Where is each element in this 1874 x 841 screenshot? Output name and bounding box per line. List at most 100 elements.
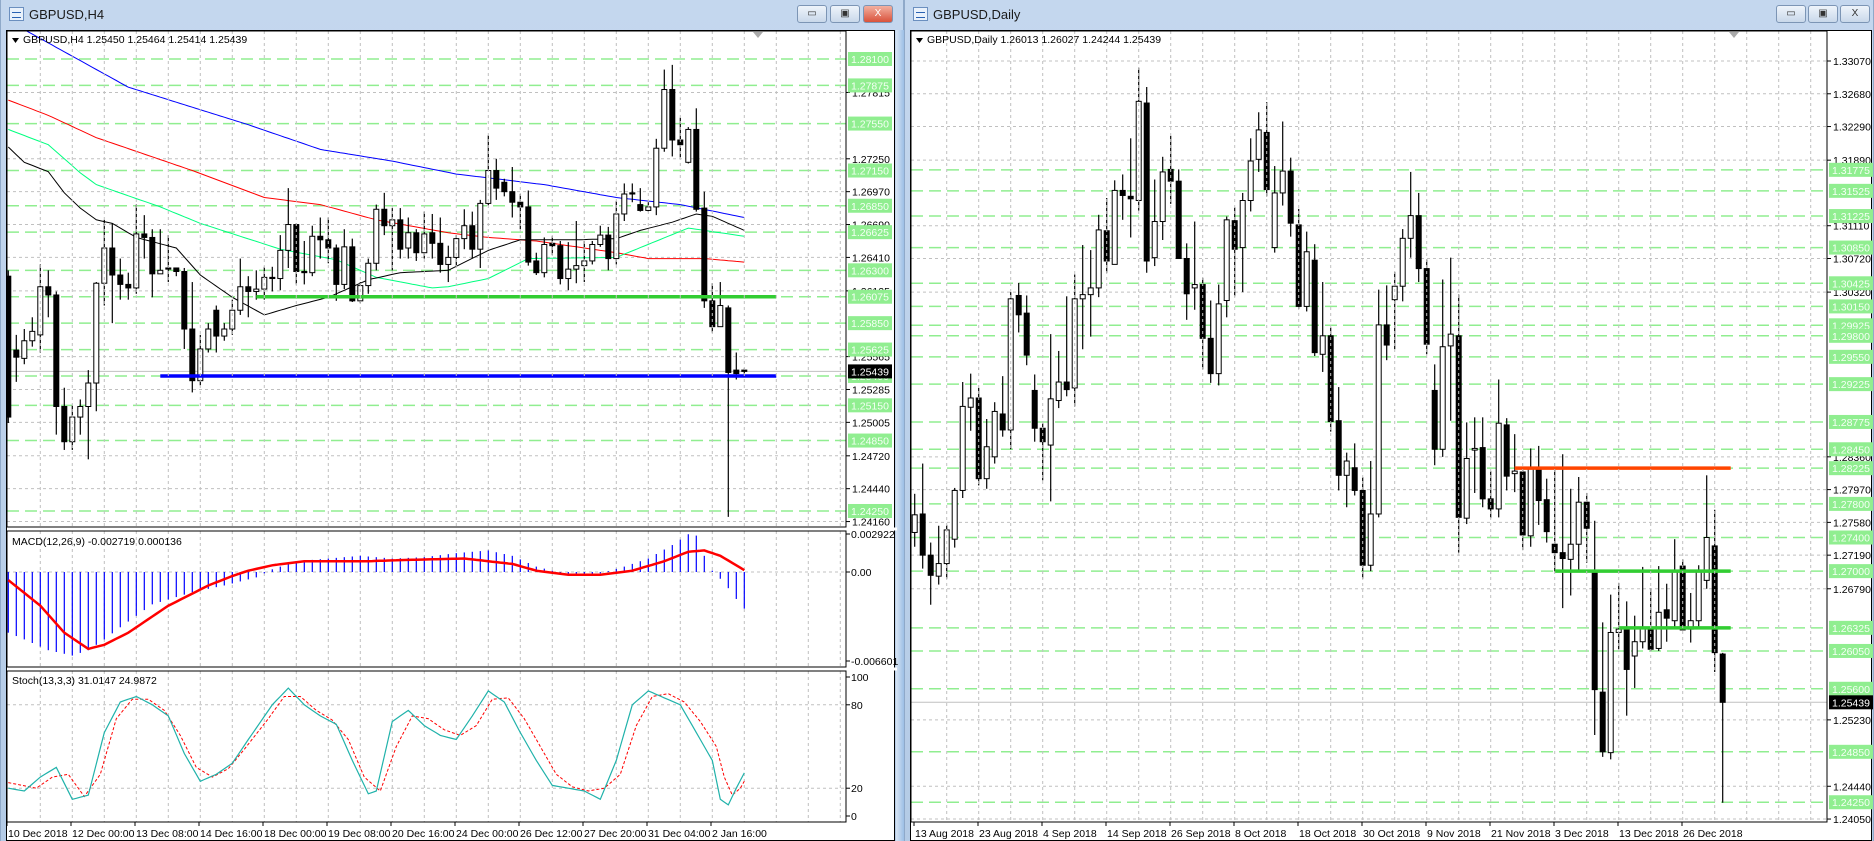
- bearish-candle: [1119, 189, 1126, 196]
- time-axis-label: 3 Dec 2018: [1555, 828, 1609, 840]
- bearish-candle: [165, 267, 172, 270]
- bullish-candle: [943, 529, 950, 565]
- time-axis-label: 26 Dec 2018: [1683, 828, 1743, 840]
- bullish-candle: [1367, 513, 1374, 566]
- level-price-label: 1.30150: [1832, 301, 1870, 313]
- bullish-candle: [1247, 160, 1254, 202]
- level-price-label: 1.27400: [1832, 533, 1870, 545]
- bullish-candle: [21, 340, 28, 359]
- bearish-candle: [605, 234, 612, 260]
- time-axis-label: 13 Dec 08:00: [136, 828, 199, 840]
- bearish-candle: [1063, 381, 1070, 391]
- pane-gap: [7, 667, 897, 671]
- bullish-candle: [237, 286, 244, 311]
- time-axis-label: 23 Aug 2018: [979, 828, 1038, 840]
- level-price-label: 1.29225: [1832, 379, 1870, 391]
- stoch-axis-label: 20: [851, 783, 863, 795]
- bullish-candle: [1703, 537, 1710, 581]
- bullish-candle: [1055, 381, 1062, 402]
- bearish-candle: [173, 267, 180, 272]
- time-axis-label: 13 Dec 2018: [1619, 828, 1679, 840]
- bearish-candle: [349, 246, 356, 302]
- bearish-candle: [733, 369, 740, 375]
- bearish-candle: [501, 181, 508, 193]
- bullish-candle: [573, 265, 580, 270]
- macd-axis-label: 0.002922: [851, 529, 895, 541]
- bearish-candle: [1535, 468, 1542, 502]
- chart-header-ohlc: GBPUSD,H4 1.25450 1.25464 1.25414 1.2543…: [23, 34, 247, 46]
- bullish-candle: [253, 288, 260, 292]
- bullish-candle: [959, 405, 966, 491]
- level-price-label: 1.25850: [851, 318, 889, 330]
- bearish-candle: [669, 89, 676, 141]
- level-price-label: 1.29800: [1832, 331, 1870, 343]
- chart-shift-marker-icon: [1729, 32, 1739, 38]
- bearish-candle: [927, 554, 934, 576]
- price-axis-label: 1.24720: [852, 451, 890, 463]
- bullish-candle: [1079, 294, 1086, 300]
- bullish-candle: [911, 514, 918, 533]
- level-price-label: 1.31225: [1832, 211, 1870, 223]
- collapse-triangle-icon: [12, 38, 19, 43]
- bearish-candle: [629, 192, 636, 195]
- time-axis-label: 14 Dec 16:00: [200, 828, 263, 840]
- level-price-label: 1.26625: [851, 227, 889, 239]
- level-price-label: 1.31525: [1832, 186, 1870, 198]
- level-price-label: 1.28100: [851, 54, 889, 66]
- bearish-candle: [53, 294, 60, 408]
- time-axis-label: 4 Sep 2018: [1043, 828, 1097, 840]
- collapse-triangle-icon: [916, 38, 923, 43]
- bullish-candle: [1223, 219, 1230, 302]
- price-axis-label: 1.24440: [1833, 781, 1871, 793]
- bearish-candle: [381, 208, 388, 227]
- bullish-candle: [1271, 192, 1278, 249]
- plot-border: [6, 30, 847, 823]
- price-axis-label: 1.26790: [1833, 584, 1871, 596]
- bearish-candle: [725, 307, 732, 373]
- stoch-axis-label: 80: [851, 700, 863, 712]
- price-axis-label: 1.27580: [1833, 517, 1871, 529]
- bullish-candle: [1607, 631, 1614, 754]
- pane-gap: [7, 527, 897, 531]
- bearish-candle: [919, 513, 926, 556]
- bullish-candle: [1575, 501, 1582, 545]
- macd-axis-label: 0.00: [851, 567, 872, 579]
- price-axis-label: 1.24160: [852, 517, 890, 529]
- level-price-label: 1.25625: [851, 345, 889, 357]
- chart-shift-marker-icon: [753, 32, 763, 38]
- time-axis-label: 2 Jan 16:00: [712, 828, 767, 840]
- bearish-candle: [1415, 215, 1422, 270]
- price-axis-label: 1.24440: [852, 484, 890, 496]
- macd-axis-label: -0.006601: [851, 656, 898, 668]
- bullish-candle: [85, 382, 92, 408]
- bearish-candle: [1383, 324, 1390, 346]
- level-price-label: 1.24250: [851, 506, 889, 518]
- stoch-main-line: [8, 687, 745, 806]
- level-price-label: 1.27875: [851, 80, 889, 92]
- bearish-candle: [701, 207, 708, 302]
- time-axis-label: 9 Nov 2018: [1427, 828, 1481, 840]
- stoch-pane: [7, 687, 846, 806]
- bullish-candle: [991, 410, 998, 458]
- price-axis-label: 1.32290: [1833, 122, 1871, 134]
- bullish-candle: [93, 282, 100, 384]
- time-axis-label: 14 Sep 2018: [1107, 828, 1167, 840]
- bullish-candle: [1655, 611, 1662, 649]
- bullish-candle: [1111, 189, 1118, 265]
- bearish-candle: [469, 225, 476, 250]
- bullish-candle: [621, 193, 628, 215]
- bullish-candle: [357, 285, 364, 302]
- chart-header-ohlc: GBPUSD,Daily 1.26013 1.26027 1.24244 1.2…: [927, 34, 1161, 46]
- charts-canvas[interactable]: 1.278151.272501.269701.266901.264101.261…: [0, 0, 1874, 841]
- level-price-label: 1.26050: [1832, 646, 1870, 658]
- price-axis-label: 1.25005: [852, 417, 890, 429]
- price-axis-label: 1.27970: [1833, 485, 1871, 497]
- bullish-candle: [205, 328, 212, 350]
- bearish-candle: [141, 233, 148, 238]
- level-price-label: 1.28775: [1832, 417, 1870, 429]
- bullish-candle: [445, 256, 452, 265]
- bullish-candle: [1087, 287, 1094, 296]
- current-price-label: 1.25439: [851, 366, 889, 378]
- bearish-candle: [1479, 447, 1486, 500]
- bearish-candle: [533, 260, 540, 274]
